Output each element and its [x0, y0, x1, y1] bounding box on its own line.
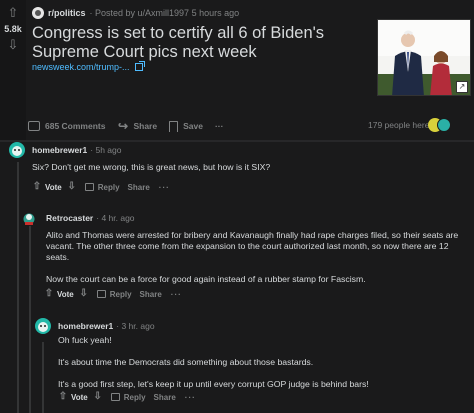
post-link[interactable]: newsweek.com/trump-...: [32, 61, 145, 72]
share-label: Share: [133, 121, 158, 131]
comment-actions: ⇧ Vote ⇩ Reply Share ···: [44, 287, 182, 301]
reply-label: Reply: [97, 182, 120, 192]
comment-username[interactable]: Retrocaster: [46, 213, 93, 223]
comment-username[interactable]: homebrewer1: [58, 321, 113, 331]
vote-label: Vote: [45, 182, 62, 192]
comment-text: Six? Don't get me wrong, this is great n…: [32, 162, 271, 172]
post-link-text[interactable]: newsweek.com/trump-...: [32, 62, 130, 72]
downvote-icon[interactable]: ⇩: [79, 289, 89, 299]
post-score: 5.8k: [4, 24, 22, 34]
avatar[interactable]: [35, 318, 51, 334]
save-label: Save: [183, 121, 203, 131]
comment-time: · 4 hr. ago: [96, 213, 135, 223]
comment-username[interactable]: homebrewer1: [32, 145, 87, 155]
thread-line[interactable]: [42, 342, 44, 413]
snoo-avatar-icon: [23, 213, 35, 225]
subreddit-link[interactable]: r/politics: [48, 8, 86, 18]
comment-header: Retrocaster · 4 hr. ago: [46, 213, 135, 223]
subreddit-icon[interactable]: [32, 7, 44, 19]
more-options-button[interactable]: ···: [215, 121, 224, 131]
upvote-icon[interactable]: ⇧: [6, 6, 20, 20]
vote-label: Vote: [71, 392, 88, 402]
comment-text: It's a good first step, let's keep it up…: [58, 379, 369, 389]
comment-text: Alito and Thomas were arrested for bribe…: [46, 230, 459, 262]
upvote-icon[interactable]: ⇧: [58, 392, 68, 402]
avatar: [437, 118, 451, 132]
comments-button[interactable]: 685 Comments: [28, 121, 105, 131]
more-options-button[interactable]: ···: [159, 183, 170, 192]
downvote-icon[interactable]: ⇩: [6, 38, 20, 52]
snoo-avatar-icon: [12, 146, 22, 156]
reply-label: Reply: [109, 289, 132, 299]
comment-text: Oh fuck yeah!: [58, 335, 112, 345]
share-button[interactable]: Share: [140, 290, 162, 299]
share-icon: ↪: [117, 118, 128, 133]
share-button[interactable]: ↪ Share: [117, 118, 158, 133]
comment-time: · 3 hr. ago: [116, 321, 155, 331]
comments-label: 685 Comments: [45, 121, 106, 131]
avatar[interactable]: [9, 142, 25, 158]
post-actions: 685 Comments ↪ Share Save ···: [28, 116, 235, 136]
post-card: ⇧ 5.8k ⇩ r/politics · Posted by u/Axmill…: [0, 0, 474, 140]
comment-time: · 5h ago: [90, 145, 122, 155]
comment-text: Now the court can be a force for good ag…: [46, 274, 366, 284]
comment-actions: ⇧ Vote ⇩ Reply Share ···: [32, 180, 170, 194]
upvote-icon[interactable]: ⇧: [32, 182, 42, 192]
posted-by: · Posted by u/Axmill1997 5 hours ago: [89, 8, 240, 18]
comments-section: homebrewer1 · 5h ago Six? Don't get me w…: [0, 142, 474, 413]
thread-line[interactable]: [17, 162, 19, 413]
bookmark-icon: [169, 120, 179, 132]
post-title[interactable]: Congress is set to certify all 6 of Bide…: [32, 24, 362, 62]
thread-line[interactable]: [29, 220, 31, 413]
reply-button[interactable]: Reply: [84, 182, 120, 192]
reply-button[interactable]: Reply: [96, 289, 132, 299]
reply-icon: [110, 393, 120, 401]
share-button[interactable]: Share: [154, 393, 176, 402]
post-meta: r/politics · Posted by u/Axmill1997 5 ho…: [32, 6, 239, 20]
upvote-icon[interactable]: ⇧: [44, 289, 54, 299]
comment-header: homebrewer1 · 3 hr. ago: [58, 321, 155, 331]
more-options-button[interactable]: ···: [185, 393, 196, 402]
reply-icon: [96, 290, 106, 298]
save-button[interactable]: Save: [169, 120, 203, 132]
downvote-icon[interactable]: ⇩: [67, 182, 77, 192]
vote-label: Vote: [57, 289, 74, 299]
avatar[interactable]: [21, 210, 37, 226]
comment-header: homebrewer1 · 5h ago: [32, 145, 121, 155]
comment-icon: [28, 121, 40, 131]
snoo-avatar-icon: [38, 322, 48, 332]
comment-actions: ⇧ Vote ⇩ Reply Share ···: [58, 390, 196, 404]
downvote-icon[interactable]: ⇩: [93, 392, 103, 402]
external-link-icon: [134, 61, 145, 71]
viewer-avatars: [428, 118, 458, 132]
reply-icon: [84, 183, 94, 191]
reply-button[interactable]: Reply: [110, 392, 146, 402]
expand-icon[interactable]: ↗: [456, 81, 468, 93]
share-button[interactable]: Share: [128, 183, 150, 192]
comment-text: It's about time the Democrats did someth…: [58, 357, 314, 367]
more-icon: ···: [214, 121, 224, 131]
post-thumbnail[interactable]: ↗: [377, 19, 471, 96]
more-options-button[interactable]: ···: [171, 290, 182, 299]
post-vote-column: ⇧ 5.8k ⇩: [0, 0, 26, 140]
viewers-count: 179 people here: [368, 120, 430, 130]
reply-label: Reply: [123, 392, 146, 402]
